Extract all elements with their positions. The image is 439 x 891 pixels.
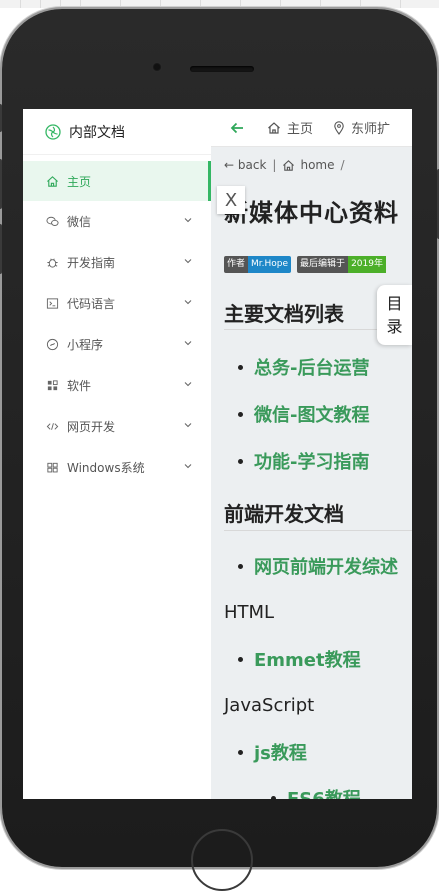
bug-icon xyxy=(45,256,59,270)
topbar-location-label: 东师扩 xyxy=(351,122,391,137)
sidebar-item-wechat[interactable]: 微信 xyxy=(23,201,211,242)
breadcrumb: ← back | home / xyxy=(211,147,412,183)
subheading: JavaScript xyxy=(224,695,315,716)
code-icon xyxy=(45,420,59,434)
back-arrow-icon[interactable] xyxy=(229,120,245,136)
volume-up-button xyxy=(0,159,2,209)
topbar-location-link[interactable]: 东师扩 xyxy=(333,118,390,137)
sidebar-item-windows[interactable]: Windows系统 xyxy=(23,447,211,488)
sidebar-item-label: 开发指南 xyxy=(67,256,116,270)
doc-link[interactable]: js教程 xyxy=(238,739,307,765)
sidebar-item-dev-guide[interactable]: 开发指南 xyxy=(23,242,211,283)
breadcrumb-home[interactable]: home xyxy=(300,158,334,172)
sidebar-item-software[interactable]: 软件 xyxy=(23,365,211,406)
chevron-down-icon xyxy=(184,341,192,346)
subheading: HTML xyxy=(224,602,275,623)
close-button[interactable]: X xyxy=(217,186,245,214)
location-pin-icon xyxy=(334,120,344,135)
section-heading: 主要文档列表 xyxy=(224,302,344,326)
toc-button[interactable]: 目 录 xyxy=(377,285,412,345)
chevron-down-icon xyxy=(184,423,192,428)
edited-badge-value: 2019年 xyxy=(348,256,386,273)
sidebar-item-code-lang[interactable]: 代码语言 xyxy=(23,283,211,324)
toc-label: 目 xyxy=(386,294,403,313)
breadcrumb-separator: / xyxy=(340,158,345,172)
topbar-home-link[interactable]: 主页 xyxy=(267,118,313,137)
breadcrumb-separator: | xyxy=(272,158,277,172)
sidebar-item-label: 代码语言 xyxy=(67,297,116,311)
sidebar-item-home[interactable]: 主页 xyxy=(23,161,211,201)
edited-badge-key: 最后编辑于 xyxy=(297,256,349,273)
home-icon xyxy=(283,159,295,171)
sidebar-item-label: Windows系统 xyxy=(67,461,145,475)
back-arrow-icon[interactable]: ← xyxy=(224,158,234,172)
brand[interactable]: 内部文档 xyxy=(23,109,211,155)
toc-label: 录 xyxy=(386,317,403,336)
sidebar-item-label: 软件 xyxy=(67,379,92,393)
sidebar-item-web-dev[interactable]: 网页开发 xyxy=(23,406,211,447)
sidebar-item-label: 网页开发 xyxy=(67,420,116,434)
phone-screen: 内部文档 主页 微信 开发指南 代码语言 小程序 软件 网页开发 Windows… xyxy=(23,109,412,799)
home-icon xyxy=(45,174,59,188)
divider xyxy=(224,530,412,531)
author-badge-key: 作者 xyxy=(224,256,249,273)
meta-badges: 作者 Mr.Hope 最后编辑于 2019年 xyxy=(224,256,386,273)
chevron-down-icon xyxy=(184,464,192,469)
doc-link[interactable]: 网页前端开发综述 xyxy=(238,553,398,579)
logo-icon xyxy=(45,123,61,140)
sidebar-item-label: 主页 xyxy=(67,174,92,189)
home-icon xyxy=(268,121,280,134)
miniprogram-icon xyxy=(45,338,59,352)
doc-link[interactable]: Emmet教程 xyxy=(238,646,361,672)
breadcrumb-back[interactable]: back xyxy=(238,158,267,172)
earpiece-speaker xyxy=(190,66,254,72)
chevron-down-icon xyxy=(184,300,192,305)
wechat-icon xyxy=(45,215,59,229)
sidebar-item-label: 小程序 xyxy=(67,338,104,352)
doc-link[interactable]: ES6教程 xyxy=(271,785,361,799)
doc-link[interactable]: 总务-后台运营 xyxy=(238,354,369,380)
main-content: 主页 东师扩 ← back | home / 新媒体中心资料 作者 Mr.Hop… xyxy=(211,109,412,799)
chevron-down-icon xyxy=(184,259,192,264)
mute-switch xyxy=(0,104,2,132)
chevron-down-icon xyxy=(184,382,192,387)
apps-icon xyxy=(45,379,59,393)
background-grid xyxy=(0,0,439,8)
top-navbar: 主页 东师扩 xyxy=(211,109,412,147)
terminal-icon xyxy=(45,297,59,311)
section-heading: 前端开发文档 xyxy=(224,502,344,526)
author-badge-value: Mr.Hope xyxy=(248,256,292,273)
brand-title: 内部文档 xyxy=(69,124,125,141)
doc-link[interactable]: 功能-学习指南 xyxy=(238,448,369,474)
page-title: 新媒体中心资料 xyxy=(224,199,399,227)
volume-down-button xyxy=(0,224,2,274)
front-camera xyxy=(152,62,162,72)
sidebar-item-label: 微信 xyxy=(67,215,92,229)
windows-icon xyxy=(45,461,59,475)
sidebar-item-miniprogram[interactable]: 小程序 xyxy=(23,324,211,365)
sidebar: 内部文档 主页 微信 开发指南 代码语言 小程序 软件 网页开发 Windows… xyxy=(23,109,212,799)
topbar-home-label: 主页 xyxy=(287,122,314,137)
chevron-down-icon xyxy=(184,218,192,223)
doc-link[interactable]: 微信-图文教程 xyxy=(238,401,369,427)
home-button[interactable] xyxy=(191,829,253,891)
